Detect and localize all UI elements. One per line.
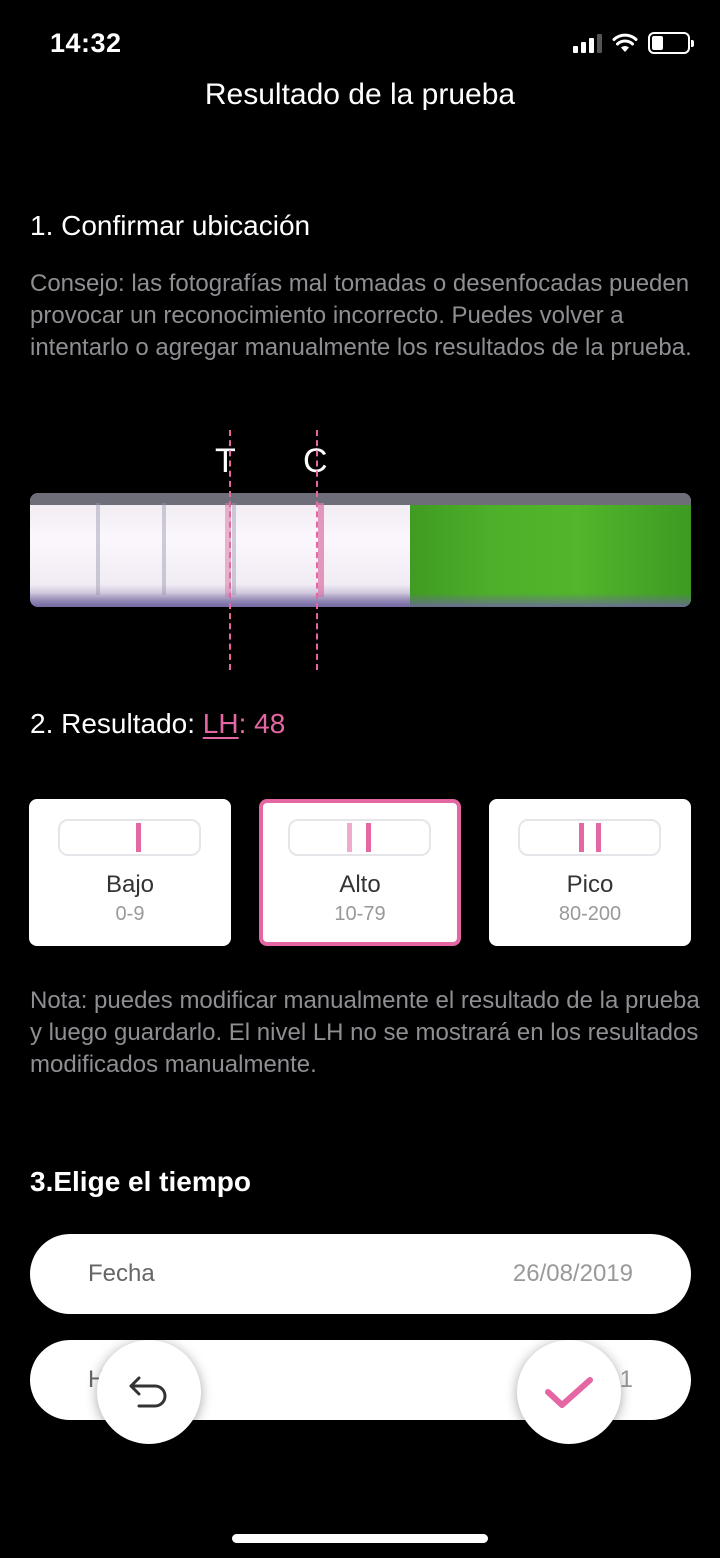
test-strip-photo: [30, 493, 691, 607]
c-line-marker[interactable]: [316, 430, 318, 670]
status-time: 14:32: [50, 28, 122, 58]
lh-value: 48: [254, 708, 286, 739]
signal-icon: [573, 33, 602, 53]
lh-separator: :: [238, 708, 255, 739]
result-title: 2. Resultado: LH: 48: [30, 708, 285, 740]
strip-icon: [288, 819, 431, 856]
location-section-title: 1. Confirmar ubicación: [30, 210, 311, 241]
home-indicator: [232, 1534, 488, 1543]
level-label: Alto: [339, 871, 381, 898]
strip-icon: [518, 819, 661, 856]
undo-icon: [129, 1376, 167, 1408]
battery-icon: [648, 32, 694, 54]
strip-icon: [58, 819, 201, 856]
time-section-title: 3.Elige el tiempo: [30, 1166, 251, 1197]
undo-button[interactable]: [97, 1340, 201, 1444]
date-label: Fecha: [88, 1260, 155, 1287]
level-range: 80-200: [558, 903, 622, 925]
t-line-marker[interactable]: [229, 430, 231, 670]
result-note: Nota: puedes modificar manualmente el re…: [30, 987, 700, 1078]
status-icons: [573, 32, 694, 54]
wifi-icon: [612, 33, 638, 52]
level-card-pico[interactable]: Pico 80-200: [489, 799, 691, 946]
level-card-bajo[interactable]: Bajo 0-9: [29, 799, 231, 946]
result-prefix: 2. Resultado:: [30, 708, 203, 739]
lh-info-link[interactable]: LH: [203, 708, 239, 739]
level-label: Pico: [566, 871, 614, 898]
check-icon: [545, 1377, 593, 1408]
location-tip: Consejo: las fotografías mal tomadas o d…: [30, 270, 692, 361]
hour-value: 1: [619, 1366, 633, 1393]
page-title: Resultado de la prueba: [204, 78, 516, 111]
t-marker-label: T: [215, 442, 236, 480]
level-card-alto[interactable]: Alto 10-79: [259, 799, 461, 946]
level-range: 0-9: [115, 903, 145, 925]
level-range: 10-79: [334, 903, 386, 925]
date-picker-row[interactable]: Fecha 26/08/2019: [30, 1234, 691, 1314]
confirm-button[interactable]: [517, 1340, 621, 1444]
date-value: 26/08/2019: [512, 1260, 633, 1287]
level-label: Bajo: [105, 871, 155, 898]
